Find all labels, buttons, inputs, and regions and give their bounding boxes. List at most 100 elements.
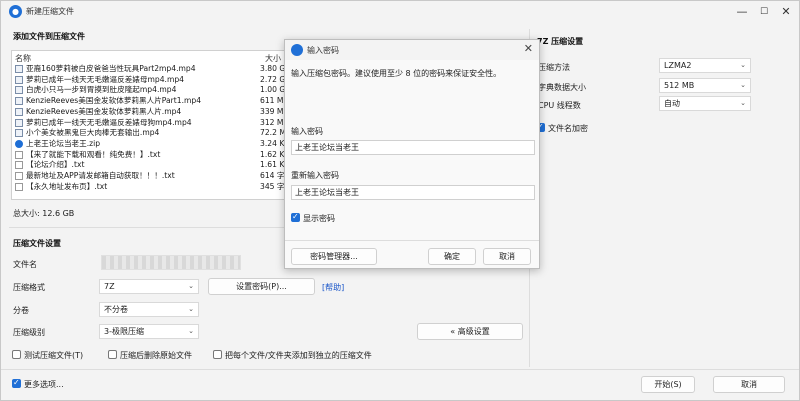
dialog-cancel-button[interactable]: 取消 <box>483 248 531 265</box>
chevron-down-icon: ⌄ <box>740 81 746 89</box>
file-name: 白虎小只马一步到胃摸到肚皮隆起mp4.mp4 <box>26 85 177 95</box>
file-name: 【来了就能下载和观看！纯免费！】.txt <box>26 149 161 159</box>
compress-window: ● 新建压缩文件 — ☐ ✕ 添加文件到压缩文件 名称 大小 亚裔160萝莉被白… <box>0 0 800 401</box>
checkbox-box <box>108 350 117 359</box>
file-name: 【论坛介绍】.txt <box>26 160 85 170</box>
dialog-title-bar: 输入密码 ✕ <box>285 40 539 60</box>
close-icon[interactable]: ✕ <box>524 42 533 55</box>
dict-select[interactable]: 512 MB ⌄ <box>659 78 751 93</box>
file-row[interactable]: KenzieReeves美国金发软体萝莉黑人片Part1.mp4 611 MB <box>12 96 290 107</box>
files-section-title: 添加文件到压缩文件 <box>13 32 85 41</box>
cancel-button[interactable]: 取消 <box>713 376 785 393</box>
file-list-header: 名称 大小 <box>12 51 290 63</box>
filename-input[interactable] <box>101 255 241 270</box>
text-file-icon <box>15 182 23 191</box>
dialog-divider <box>285 240 539 241</box>
zip-file-icon <box>15 139 23 148</box>
encrypt-filenames-checkbox[interactable]: 文件名加密 <box>536 122 588 134</box>
chevron-down-icon: ⌄ <box>740 99 746 107</box>
level-value: 3-极限压缩 <box>104 327 144 336</box>
level-select[interactable]: 3-极限压缩 ⌄ <box>99 324 199 339</box>
split-value: 不分卷 <box>104 305 128 314</box>
checkbox-box <box>291 212 300 222</box>
file-row[interactable]: 【论坛介绍】.txt 1.61 KB <box>12 160 290 171</box>
method-label: 压缩方法 <box>538 63 570 72</box>
file-row[interactable]: KenzieReeves美国金发软体萝莉黑人片.mp4 339 MB <box>12 107 290 118</box>
confirm-password-label: 重新输入密码 <box>291 171 339 180</box>
video-file-icon <box>15 75 23 84</box>
video-file-icon <box>15 118 23 127</box>
file-row[interactable]: 萝莉已成年一线天无毛嫩逼反差婊母mp4.mp4 2.72 GB <box>12 75 290 86</box>
window-title: 新建压缩文件 <box>26 7 74 16</box>
chevron-down-icon: ⌄ <box>188 282 194 290</box>
threads-select[interactable]: 自动 ⌄ <box>659 96 751 111</box>
file-row[interactable]: 萝莉已成年一线天无毛嫩逼反差婊母狗mp4.mp4 312 MB <box>12 118 290 129</box>
delete-original-checkbox[interactable]: 压缩后删除原始文件 <box>108 350 192 361</box>
total-size: 总大小: 12.6 GB <box>13 209 75 218</box>
password-manager-button[interactable]: 密码管理器... <box>291 248 377 265</box>
show-password-checkbox[interactable]: 显示密码 <box>291 212 335 224</box>
advanced-settings-button[interactable]: « 高级设置 <box>417 323 523 340</box>
checkbox-box <box>12 378 21 388</box>
video-file-icon <box>15 107 23 116</box>
filename-label: 文件名 <box>13 260 37 269</box>
column-size-header[interactable]: 大小 <box>265 53 281 64</box>
file-row[interactable]: 亚裔160萝莉被白皮爸爸当性玩具Part2mp4.mp4 3.80 GB <box>12 64 290 75</box>
text-file-icon <box>15 172 23 180</box>
set-password-button[interactable]: 设置密码(P)... <box>208 278 315 295</box>
app-icon <box>291 44 303 56</box>
threads-value: 自动 <box>664 99 680 108</box>
file-name: 上老王论坛当老王.zip <box>26 138 101 148</box>
split-select[interactable]: 不分卷 ⌄ <box>99 302 199 317</box>
maximize-icon[interactable]: ☐ <box>755 4 773 20</box>
level-label: 压缩级别 <box>13 328 45 337</box>
title-bar: ● 新建压缩文件 — ☐ ✕ <box>1 1 799 23</box>
chevron-down-icon: ⌄ <box>188 327 194 335</box>
settings-section-title: 压缩文件设置 <box>13 239 61 248</box>
video-file-icon <box>15 65 23 73</box>
video-file-icon <box>15 129 23 138</box>
text-file-icon <box>15 161 23 170</box>
checkbox-box <box>213 350 222 359</box>
checkbox-box <box>12 350 21 359</box>
file-row[interactable]: 小个美女被黑鬼巨大肉棒无套输出.mp4 72.2 MB <box>12 128 290 139</box>
app-icon: ● <box>9 5 22 18</box>
dialog-title: 输入密码 <box>307 46 339 55</box>
text-file-icon <box>15 150 23 159</box>
file-row[interactable]: 白虎小只马一步到胃摸到肚皮隆起mp4.mp4 1.00 GB <box>12 85 290 96</box>
file-name: 萝莉已成年一线天无毛嫩逼反差婊母狗mp4.mp4 <box>26 117 192 127</box>
footer-divider <box>1 369 799 370</box>
file-row[interactable]: 上老王论坛当老王.zip 3.24 KB <box>12 139 290 150</box>
password-hint: 输入压缩包密码。建议使用至少 8 位的密码来保证安全性。 <box>291 69 502 78</box>
file-row[interactable]: 【来了就能下载和观看！纯免费！】.txt 1.62 KB <box>12 150 290 161</box>
video-file-icon <box>15 97 23 106</box>
column-name-header[interactable]: 名称 <box>15 53 31 64</box>
format-select[interactable]: 7Z ⌄ <box>99 279 199 294</box>
file-row[interactable]: 最新地址及APP请发邮箱自动获取！！！.txt 614 字节 <box>12 171 290 182</box>
chevron-down-icon: ⌄ <box>188 305 194 313</box>
file-name: 萝莉已成年一线天无毛嫩逼反差婊母mp4.mp4 <box>26 74 185 84</box>
file-name: 最新地址及APP请发邮箱自动获取！！！.txt <box>26 171 175 180</box>
dict-value: 512 MB <box>664 81 695 90</box>
minimize-icon[interactable]: — <box>733 4 751 20</box>
separate-archives-checkbox[interactable]: 把每个文件/文件夹添加到独立的压缩文件 <box>213 350 372 361</box>
help-link[interactable]: [帮助] <box>322 282 344 293</box>
start-button[interactable]: 开始(S) <box>641 376 695 393</box>
close-icon[interactable]: ✕ <box>777 4 795 20</box>
confirm-password-input[interactable]: 上老王论坛当老王 <box>291 185 535 200</box>
file-list[interactable]: 名称 大小 亚裔160萝莉被白皮爸爸当性玩具Part2mp4.mp4 3.80 G… <box>11 50 291 200</box>
password-dialog: 输入密码 ✕ 输入压缩包密码。建议使用至少 8 位的密码来保证安全性。 输入密码… <box>284 39 540 269</box>
password-input[interactable]: 上老王论坛当老王 <box>291 140 535 155</box>
z7-section-title: 7Z 压缩设置 <box>537 37 584 46</box>
method-select[interactable]: LZMA2 ⌄ <box>659 58 751 73</box>
file-name: KenzieReeves美国金发软体萝莉黑人片Part1.mp4 <box>26 96 202 106</box>
method-value: LZMA2 <box>664 61 692 70</box>
dict-label: 字典数据大小 <box>538 83 586 92</box>
ok-button[interactable]: 确定 <box>428 248 476 265</box>
video-file-icon <box>15 86 23 95</box>
more-options-checkbox[interactable]: 更多选项... <box>12 378 64 390</box>
file-row[interactable]: 【永久地址发布页】.txt 345 字节 <box>12 182 290 193</box>
format-value: 7Z <box>104 282 115 291</box>
test-archive-checkbox[interactable]: 测试压缩文件(T) <box>12 350 83 361</box>
password-label: 输入密码 <box>291 127 323 136</box>
